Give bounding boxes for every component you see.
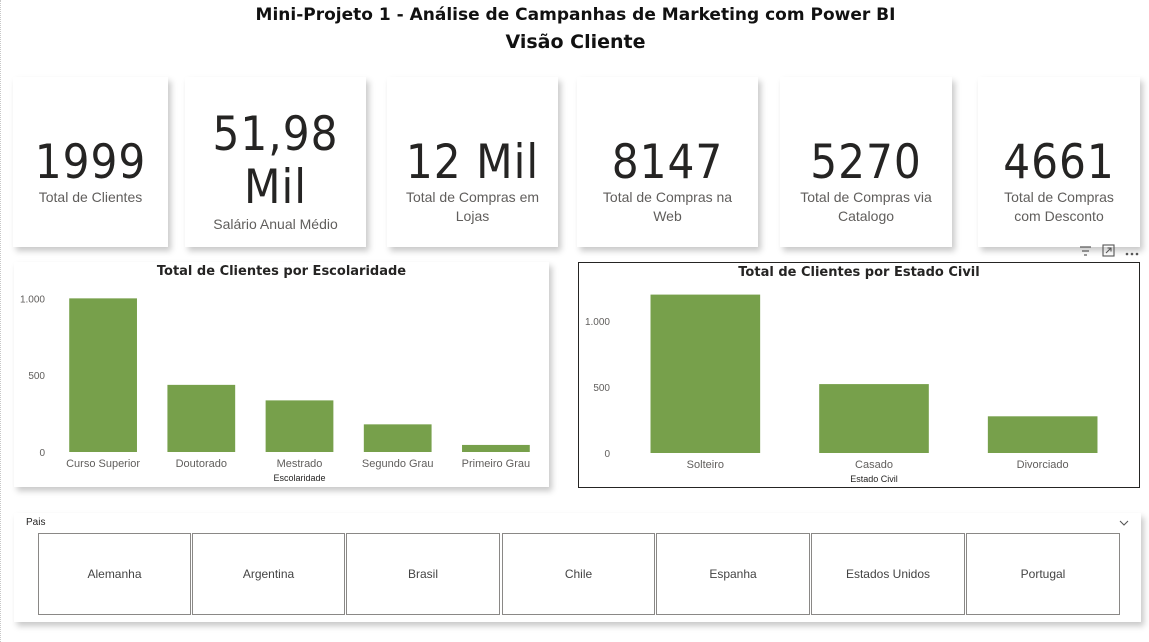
card-label-line2: Catalogo [837,208,895,224]
x-axis-title: Escolaridade [273,473,325,483]
card-compras-web[interactable]: 8147 Total de Compras na Web [577,77,758,247]
card-value: 1999 [34,135,147,190]
card-label-line1: Total de Compras na [602,189,733,205]
filter-icon[interactable] [1079,245,1092,260]
x-tick-label: Segundo Grau [362,458,434,470]
chevron-down-icon[interactable] [1119,515,1129,529]
visual-header [1061,242,1139,262]
report-title: Mini-Projeto 1 - Análise de Campanhas de… [255,5,896,25]
y-tick-label: 1.000 [20,294,45,305]
slicer-option-brasil[interactable]: Brasil [346,533,500,615]
slicer-option-chile[interactable]: Chile [502,533,655,615]
report-canvas: Mini-Projeto 1 - Análise de Campanhas de… [0,0,1149,642]
y-tick-label: 1.000 [585,317,610,328]
y-tick-label: 0 [604,449,610,460]
card-label-line1: Total de Compras em [405,189,540,205]
card-total-clientes[interactable]: 1999 Total de Clientes [13,77,168,247]
card-value-line2: Mil [244,160,307,215]
bar [819,384,929,453]
card-value: 8147 [611,135,724,190]
x-tick-label: Doutorado [176,458,227,470]
slicer-option-portugal[interactable]: Portugal [966,533,1120,615]
chart-escolaridade-panel[interactable]: Total de Clientes por Escolaridade 0 500 1… [14,262,549,487]
card-label-line1: Total de Compras [1004,189,1114,205]
bar-chart-escolaridade: 0 500 1.000 Curso Superior Doutorado Mestrado… [20,294,530,483]
bar-chart-estado-civil: 0 500 1.000 Solteiro Casado Divorciado Estado … [585,294,1098,484]
card-compras-lojas[interactable]: 12 Mil Total de Compras em Lojas [387,77,558,247]
slicer-option-estados-unidos[interactable]: Estados Unidos [811,533,965,615]
bar [650,294,761,453]
x-tick-label: Solteiro [687,459,724,471]
slicer-header: Pais [26,517,46,528]
bar [167,384,236,452]
slicer-option-argentina[interactable]: Argentina [192,533,345,615]
bar [363,424,432,452]
x-tick-label: Casado [855,459,893,471]
card-label-line2: Web [653,208,682,224]
y-tick-label: 500 [28,371,45,382]
slicer-option-alemanha[interactable]: Alemanha [38,533,191,615]
card-label-line1: Total de Compras via [800,189,932,205]
card-label-line2: Lojas [455,208,490,224]
card-value: 12 Mil [405,135,540,190]
x-axis-title: Estado Civil [850,474,898,484]
y-tick-label: 500 [593,383,610,394]
card-value-line1: 51,98 [212,107,339,162]
x-tick-label: Divorciado [1017,459,1069,471]
y-tick-label: 0 [39,448,45,459]
card-label: Total de Clientes [38,189,143,205]
more-options-icon[interactable] [1125,246,1139,259]
card-label: Salário Anual Médio [213,216,338,232]
card-compras-catalogo[interactable]: 5270 Total de Compras via Catalogo [780,77,952,247]
x-tick-label: Mestrado [277,458,323,470]
card-compras-desconto[interactable]: 4661 Total de Compras com Desconto [978,77,1140,247]
focus-mode-icon[interactable] [1102,244,1115,260]
bar [265,400,334,452]
x-tick-label: Primeiro Grau [462,458,530,470]
card-value: 4661 [1003,135,1115,190]
bar [987,416,1098,453]
slicer-option-espanha[interactable]: Espanha [656,533,810,615]
card-salario-anual-medio[interactable]: 51,98 Mil Salário Anual Médio [185,77,366,247]
card-label-line2: com Desconto [1014,208,1104,224]
card-value: 5270 [810,135,922,190]
pais-slicer: Pais Alemanha Argentina Brasil Chile Esp… [14,513,1141,622]
chart-estado-civil-panel[interactable]: Total de Clientes por Estado Civil 0 500 1… [578,262,1140,488]
x-tick-label: Curso Superior [66,458,140,470]
report-subtitle: Visão Cliente [505,31,646,53]
bar [462,444,530,452]
bar [69,298,137,452]
